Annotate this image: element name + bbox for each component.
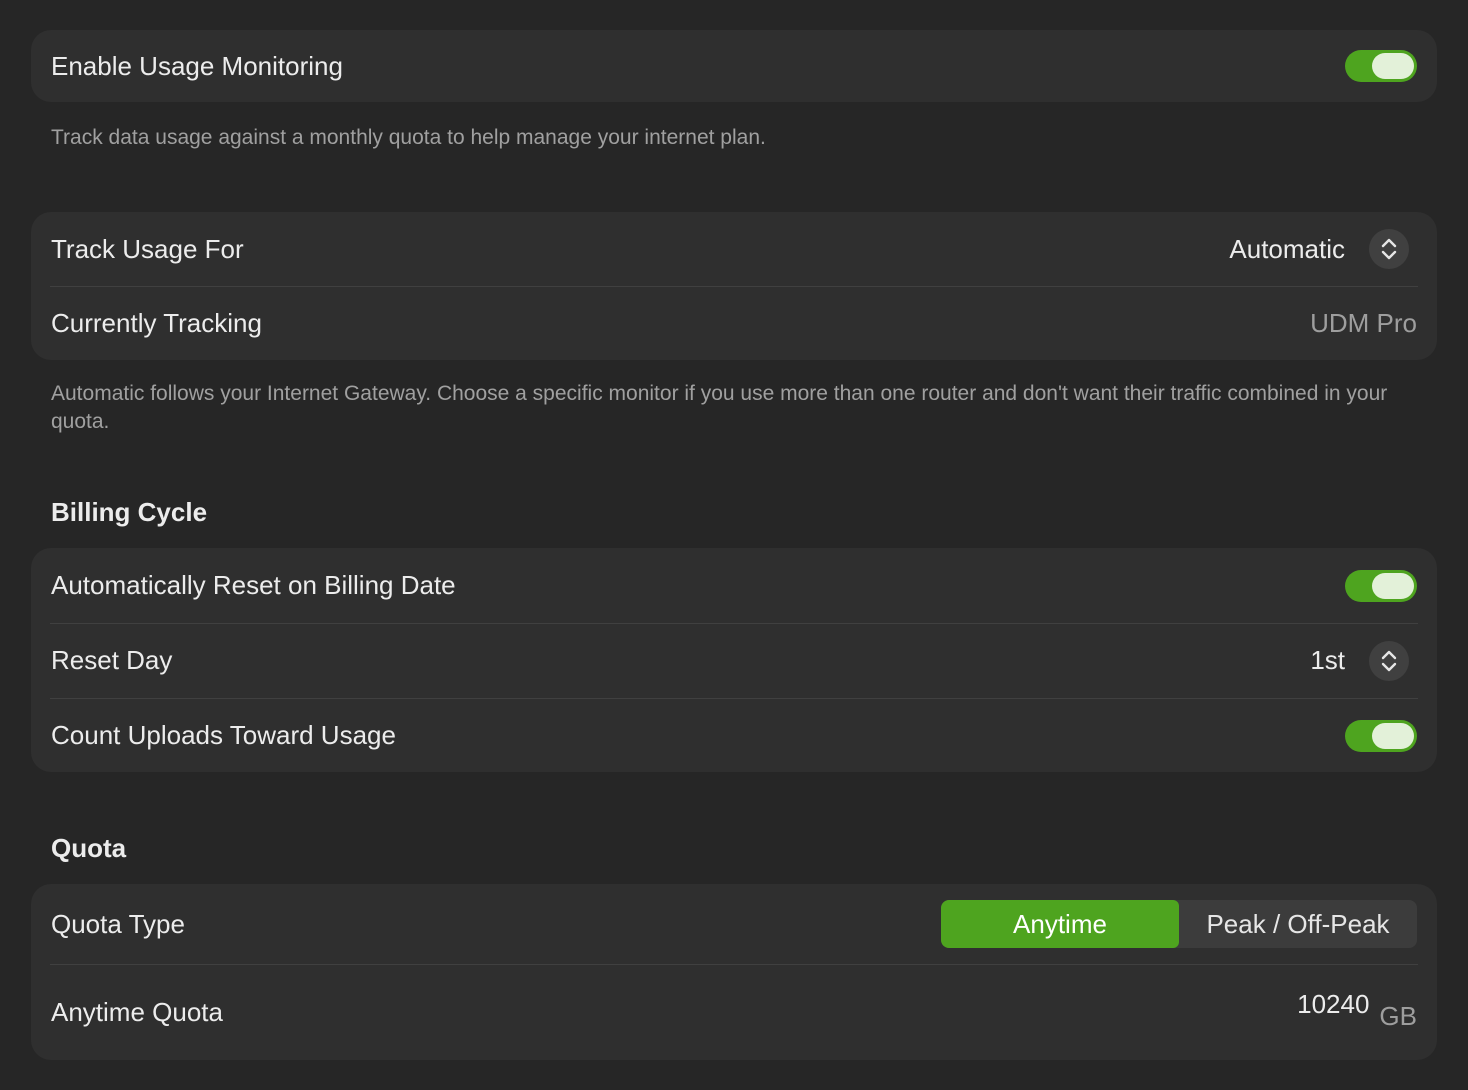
track-usage-for-popup[interactable]: Automatic: [1229, 229, 1409, 269]
billing-card: Automatically Reset on Billing Date Rese…: [31, 548, 1437, 772]
auto-reset-label: Automatically Reset on Billing Date: [51, 570, 456, 600]
enable-monitoring-label: Enable Usage Monitoring: [51, 50, 343, 81]
auto-reset-row: Automatically Reset on Billing Date: [31, 548, 1437, 623]
quota-type-label: Quota Type: [51, 908, 185, 939]
currently-tracking-row: Currently Tracking UDM Pro: [31, 286, 1437, 360]
segment-peak-off-peak[interactable]: Peak / Off-Peak: [1179, 900, 1417, 948]
count-uploads-row: Count Uploads Toward Usage: [31, 698, 1437, 773]
reset-day-row: Reset Day 1st: [31, 623, 1437, 698]
quota-title: Quota: [51, 833, 127, 863]
quota-type-segmented-control[interactable]: Anytime Peak / Off-Peak: [941, 900, 1417, 948]
toggle-knob: [1372, 53, 1414, 79]
billing-cycle-title: Billing Cycle: [51, 497, 208, 527]
reset-day-value: 1st: [1310, 645, 1345, 675]
reset-day-popup[interactable]: 1st: [1310, 640, 1409, 681]
anytime-quota-label: Anytime Quota: [51, 996, 223, 1027]
chevron-up-down-icon: [1369, 229, 1409, 269]
track-usage-for-value: Automatic: [1229, 233, 1345, 264]
enable-monitoring-row: Enable Usage Monitoring: [31, 30, 1437, 102]
monitoring-card: Enable Usage Monitoring: [31, 30, 1437, 102]
anytime-quota-input[interactable]: 10240: [1297, 989, 1369, 1020]
tracking-card: Track Usage For Automatic Currently Trac…: [31, 212, 1437, 360]
tracking-description: Automatic follows your Internet Gateway.…: [51, 382, 1388, 433]
count-uploads-label: Count Uploads Toward Usage: [51, 720, 396, 750]
reset-day-label: Reset Day: [51, 645, 173, 675]
toggle-knob: [1372, 572, 1414, 599]
quota-card: Quota Type Anytime Peak / Off-Peak Anyti…: [31, 884, 1437, 1060]
count-uploads-toggle[interactable]: [1345, 719, 1417, 752]
track-usage-for-label: Track Usage For: [51, 233, 244, 264]
anytime-quota-unit: GB: [1379, 1000, 1417, 1031]
currently-tracking-value: UDM Pro: [1310, 307, 1417, 338]
segment-anytime[interactable]: Anytime: [941, 900, 1179, 948]
monitoring-description: Track data usage against a monthly quota…: [51, 126, 766, 149]
quota-type-row: Quota Type Anytime Peak / Off-Peak: [31, 884, 1437, 964]
enable-monitoring-toggle[interactable]: [1345, 50, 1417, 82]
anytime-quota-field[interactable]: 10240 GB: [1297, 989, 1417, 1031]
chevron-up-down-icon: [1369, 640, 1409, 681]
currently-tracking-label: Currently Tracking: [51, 307, 262, 338]
toggle-knob: [1372, 722, 1414, 749]
anytime-quota-row: Anytime Quota 10240 GB: [31, 964, 1437, 1060]
track-usage-for-row: Track Usage For Automatic: [31, 212, 1437, 286]
auto-reset-toggle[interactable]: [1345, 569, 1417, 602]
